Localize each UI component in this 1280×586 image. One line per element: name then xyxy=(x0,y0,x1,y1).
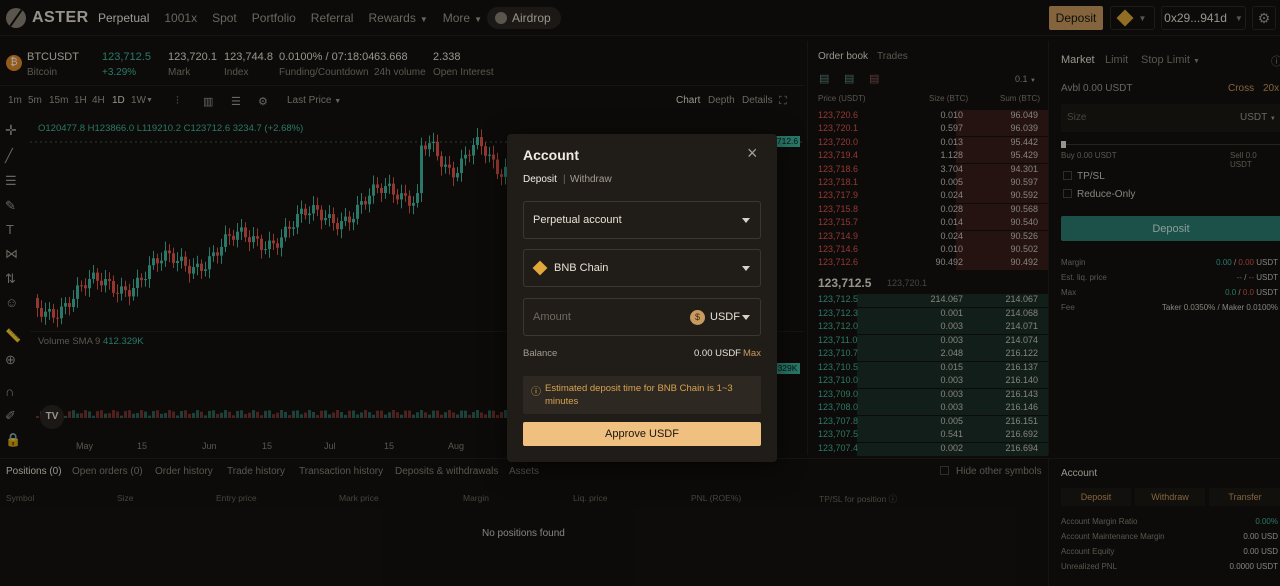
close-icon[interactable]: × xyxy=(747,143,758,164)
approve-usdf-button[interactable]: Approve USDF xyxy=(523,422,761,446)
amount-input[interactable]: Amount $ USDF xyxy=(523,298,761,336)
notice-text: Estimated deposit time for BNB Chain is … xyxy=(545,383,733,407)
token-select[interactable]: USDF xyxy=(710,311,740,323)
bnb-chain-icon xyxy=(532,260,548,276)
tab-divider: | xyxy=(563,174,566,185)
chevron-down-icon xyxy=(742,315,750,320)
deposit-modal: Account × Deposit | Withdraw Perpetual a… xyxy=(507,134,777,462)
chevron-down-icon xyxy=(742,266,750,271)
modal-tab-deposit[interactable]: Deposit xyxy=(523,174,557,185)
max-button[interactable]: Max xyxy=(743,348,761,359)
info-icon: ⓘ xyxy=(531,387,541,398)
chevron-down-icon xyxy=(742,218,750,223)
modal-tab-withdraw[interactable]: Withdraw xyxy=(570,174,612,185)
balance-value: 0.00 USDF xyxy=(694,348,741,359)
amount-placeholder: Amount xyxy=(533,311,571,323)
chain-select[interactable]: BNB Chain xyxy=(523,249,761,287)
deposit-time-notice: ⓘ Estimated deposit time for BNB Chain i… xyxy=(523,376,761,414)
modal-title: Account xyxy=(523,147,579,163)
balance-label: Balance xyxy=(523,348,558,359)
account-select-value: Perpetual account xyxy=(533,214,622,226)
usdf-token-icon: $ xyxy=(690,310,705,325)
chain-select-value: BNB Chain xyxy=(554,262,609,274)
account-select[interactable]: Perpetual account xyxy=(523,201,761,239)
